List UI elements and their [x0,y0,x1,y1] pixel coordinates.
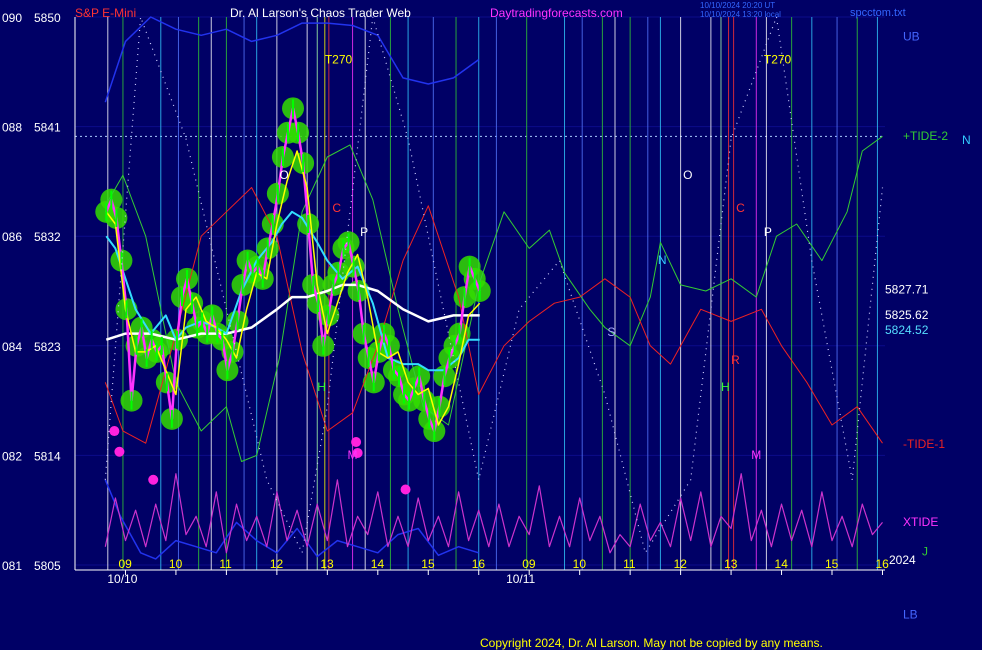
magenta-dot [351,437,362,448]
file-name: spcctom.txt [850,7,906,19]
x-tick-label: 12 [270,557,284,571]
x-tick-label: 14 [371,557,385,571]
annotation-label: P [764,225,772,239]
x-tick-label: 11 [623,557,636,571]
right-label: 5827.71 [885,283,929,297]
x-tick-label: 09 [118,557,132,571]
y-tick-code: 084 [2,340,22,354]
magenta-dot [114,446,125,457]
annotation-label: C [736,201,745,215]
x-tick-label: 13 [320,557,334,571]
x-tick-label: 15 [421,557,435,571]
instrument-title: S&P E-Mini [75,6,136,20]
x-tick-label: 10 [169,557,183,571]
x-tick-label: 12 [674,557,688,571]
timestamp-ut: 10/10/2024 20:20 UT [700,1,775,10]
annotation-label: N [658,253,667,267]
x-tick-label: 10 [573,557,587,571]
y-tick-price: 5823 [34,340,61,354]
date-label: 10/10 [107,572,137,586]
right-label: LB [903,608,918,622]
right-label: -TIDE-1 [903,437,945,451]
y-tick-price: 5832 [34,230,61,244]
annotation-label: H [317,380,326,394]
annotation-label: H [721,380,730,394]
annotation-label: C [332,201,341,215]
annotation-label: S [607,325,615,339]
right-label: 5824.52 [885,323,929,337]
right-label: XTIDE [903,515,938,529]
y-tick-price: 5841 [34,121,61,135]
y-tick-code: 088 [2,121,22,135]
x-tick-label: 14 [775,557,789,571]
right-label: UB [903,29,920,43]
annotation-label: O [683,168,692,182]
date-label: 10/11 [506,572,535,586]
x-tick-label: 13 [724,557,738,571]
x-tick-label: 09 [522,557,536,571]
y-tick-code: 086 [2,230,22,244]
right-label: 5825.62 [885,308,929,322]
chaos-trader-chart: 090 5850 088 5841 086 5832 084 5823 082 5814 081 58… [0,0,982,650]
magenta-dot [148,474,159,485]
annotation-label: O [279,168,288,182]
y-tick-price: 5850 [34,11,61,25]
right-label: N [962,133,971,147]
site-link[interactable]: Daytradingforecasts.com [490,6,623,20]
chart-title: Dr. Al Larson's Chaos Trader Web [230,6,411,20]
copyright-notice: Copyright 2024, Dr. Al Larson. May not b… [480,636,823,650]
y-tick-code: 090 [2,11,22,25]
x-tick-label: 15 [825,557,839,571]
magenta-dot [400,484,411,495]
annotation-label: T270 [764,52,792,66]
y-tick-code: 082 [2,449,22,463]
y-tick-price: 5805 [34,559,61,573]
timestamp-local: 10/10/2024 13:20 local [700,10,781,19]
annotation-label: T270 [325,52,353,66]
annotation-label: M [348,448,358,462]
x-tick-label: 16 [472,557,486,571]
right-label: J [922,544,928,558]
x-tick-label: 16 [875,557,889,571]
right-label: 2024 [889,553,916,567]
annotation-label: P [360,225,368,239]
right-label: +TIDE-2 [903,129,948,143]
annotation-label: R [731,353,740,367]
magenta-dot [109,426,120,437]
y-tick-price: 5814 [34,449,61,463]
y-tick-code: 081 [2,559,22,573]
x-tick-label: 11 [219,557,232,571]
annotation-label: M [751,448,761,462]
